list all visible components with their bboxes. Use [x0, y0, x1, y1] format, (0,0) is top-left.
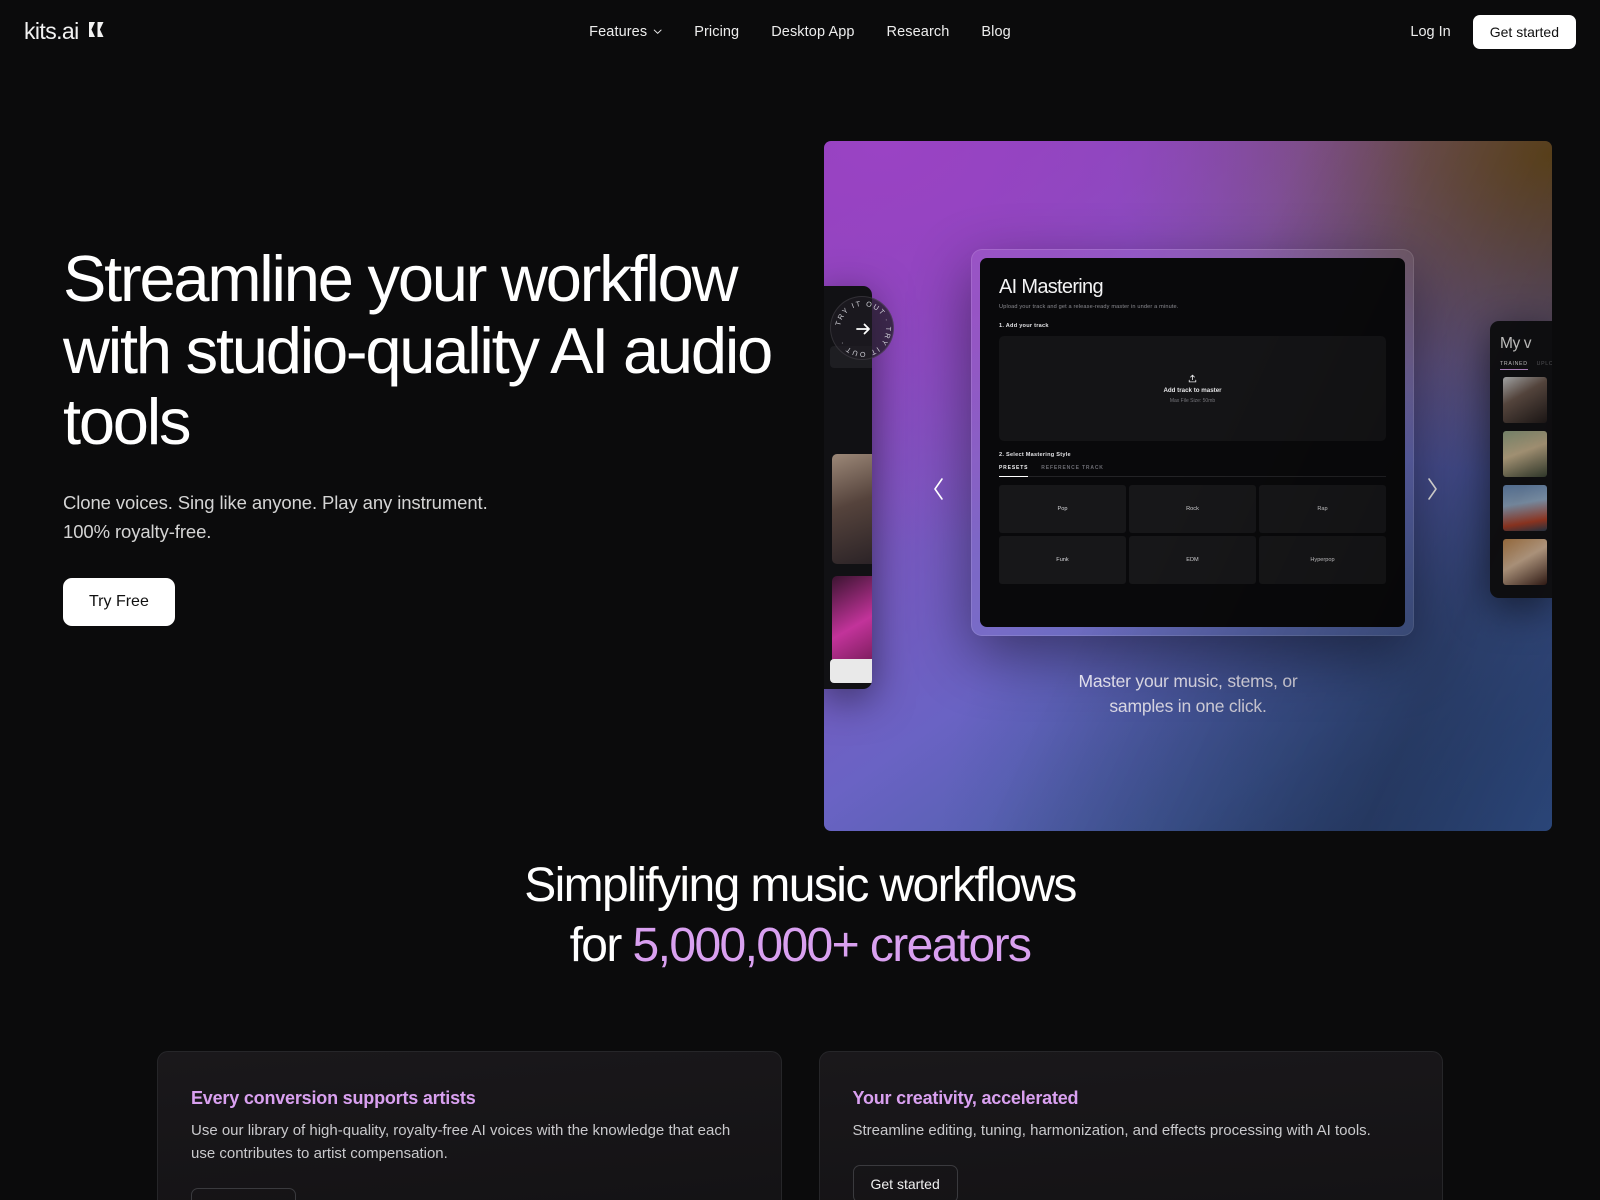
stats-line2-prefix: for — [569, 919, 633, 972]
hero-carousel: TRY IT OUT · TRY IT OUT · My v TRAINED U… — [824, 141, 1552, 831]
tab-reference-track[interactable]: REFERENCE TRACK — [1041, 465, 1103, 471]
preset-option[interactable]: Rock — [1129, 485, 1256, 533]
carousel-caption-line2: samples in one click. — [1109, 696, 1267, 717]
feature-card-body: Streamline editing, tuning, harmonizatio… — [852, 1122, 1371, 1139]
tab-trained[interactable]: TRAINED — [1500, 361, 1528, 370]
voice-thumbnail[interactable] — [1503, 485, 1547, 531]
mastering-title: AI Mastering — [999, 276, 1104, 298]
get-started-button[interactable]: Get started — [852, 1164, 958, 1200]
dropzone-label: Add track to master — [1163, 386, 1222, 394]
logo-text: kits.ai — [24, 18, 79, 44]
voice-thumbnail[interactable] — [1503, 539, 1547, 585]
tab-uploaded[interactable]: UPLO — [1537, 361, 1552, 370]
mastering-step-2-label: 2. Select Mastering Style — [999, 452, 1071, 458]
chevron-right-icon[interactable] — [1424, 476, 1440, 502]
stats-section: Simplifying music workflows for 5,000,00… — [0, 856, 1600, 976]
nav-links: Features Pricing Desktop App Research Bl… — [589, 24, 1011, 40]
feature-card-body: Use our library of high-quality, royalty… — [191, 1122, 731, 1162]
logo[interactable]: kits.ai — [24, 18, 106, 45]
try-free-button[interactable]: Try Free — [63, 577, 175, 626]
feature-card-artists: Every conversion supports artists Use ou… — [157, 1051, 782, 1200]
dropzone-max-size: Max File Size: 50mb — [1169, 397, 1216, 404]
get-started-button[interactable]: Get started — [191, 1187, 297, 1200]
nav-link-desktop-app[interactable]: Desktop App — [771, 24, 854, 40]
preset-option[interactable]: EDM — [1129, 536, 1256, 584]
preset-option[interactable]: Hyperpop — [1259, 536, 1386, 584]
nav-link-pricing[interactable]: Pricing — [694, 24, 739, 40]
stats-heading: Simplifying music workflows for 5,000,00… — [0, 856, 1600, 976]
nav-actions: Log In Get started — [1410, 14, 1576, 49]
nav-link-blog[interactable]: Blog — [981, 24, 1010, 40]
voice-thumbnail — [832, 454, 872, 564]
stats-creator-count: 5,000,000+ creators — [632, 919, 1033, 972]
top-navigation-bar: kits.ai Features Pricing Desktop App Res… — [0, 0, 1600, 63]
arrow-right-icon — [856, 323, 870, 335]
kits-mark-icon — [88, 21, 106, 43]
feature-cards: Every conversion supports artists Use ou… — [0, 1051, 1600, 1200]
mastering-step-1-label: 1. Add your track — [999, 323, 1049, 329]
carousel-caption-line1: Master your music, stems, or — [1078, 671, 1298, 691]
preset-option[interactable]: Funk — [999, 536, 1126, 584]
hero-subtitle-line1: Clone voices. Sing like anyone. Play any… — [63, 491, 488, 513]
upload-icon — [1188, 374, 1197, 382]
nav-link-features-label: Features — [589, 23, 648, 40]
hero-subtitle: Clone voices. Sing like anyone. Play any… — [63, 488, 583, 546]
voice-thumbnail[interactable] — [1503, 377, 1547, 423]
chevron-left-icon[interactable] — [931, 476, 947, 502]
carousel-caption: Master your music, stems, or samples in … — [824, 669, 1552, 720]
mastering-subtitle: Upload your track and get a release-read… — [999, 304, 1179, 310]
voices-panel-title: My v — [1500, 335, 1532, 352]
feature-card-heading: Every conversion supports artists — [191, 1088, 476, 1108]
preset-option[interactable]: Rap — [1259, 485, 1386, 533]
nav-link-features[interactable]: Features — [589, 24, 662, 40]
chevron-down-icon — [653, 29, 662, 34]
login-link[interactable]: Log In — [1410, 24, 1450, 40]
preset-grid: Pop Rock Rap Funk EDM Hyperpop — [999, 485, 1386, 584]
page-title: Streamline your workflow with studio-qua… — [63, 242, 773, 458]
voice-thumbnail[interactable] — [1503, 431, 1547, 477]
ai-mastering-card: AI Mastering Upload your track and get a… — [971, 249, 1414, 636]
hero-subtitle-line2: 100% royalty-free. — [63, 520, 212, 542]
tab-presets[interactable]: PRESETS — [999, 465, 1029, 477]
stats-line1: Simplifying music workflows — [524, 859, 1077, 912]
preset-option[interactable]: Pop — [999, 485, 1126, 533]
track-dropzone[interactable]: Add track to master Max File Size: 50mb — [999, 336, 1386, 441]
nav-link-research[interactable]: Research — [887, 24, 950, 40]
try-it-out-badge[interactable]: TRY IT OUT · TRY IT OUT · — [830, 296, 894, 360]
hero-section: Streamline your workflow with studio-qua… — [0, 63, 1600, 831]
mastering-style-tabs: PRESETS REFERENCE TRACK — [999, 465, 1386, 477]
voices-panel-tabs: TRAINED UPLO — [1500, 361, 1552, 370]
get-started-button[interactable]: Get started — [1472, 14, 1576, 49]
carousel-card-next[interactable]: My v TRAINED UPLO — [1490, 321, 1552, 598]
feature-card-creativity: Your creativity, accelerated Streamline … — [818, 1051, 1443, 1200]
hero-copy: Streamline your workflow with studio-qua… — [0, 63, 825, 768]
feature-card-heading: Your creativity, accelerated — [852, 1088, 1079, 1108]
